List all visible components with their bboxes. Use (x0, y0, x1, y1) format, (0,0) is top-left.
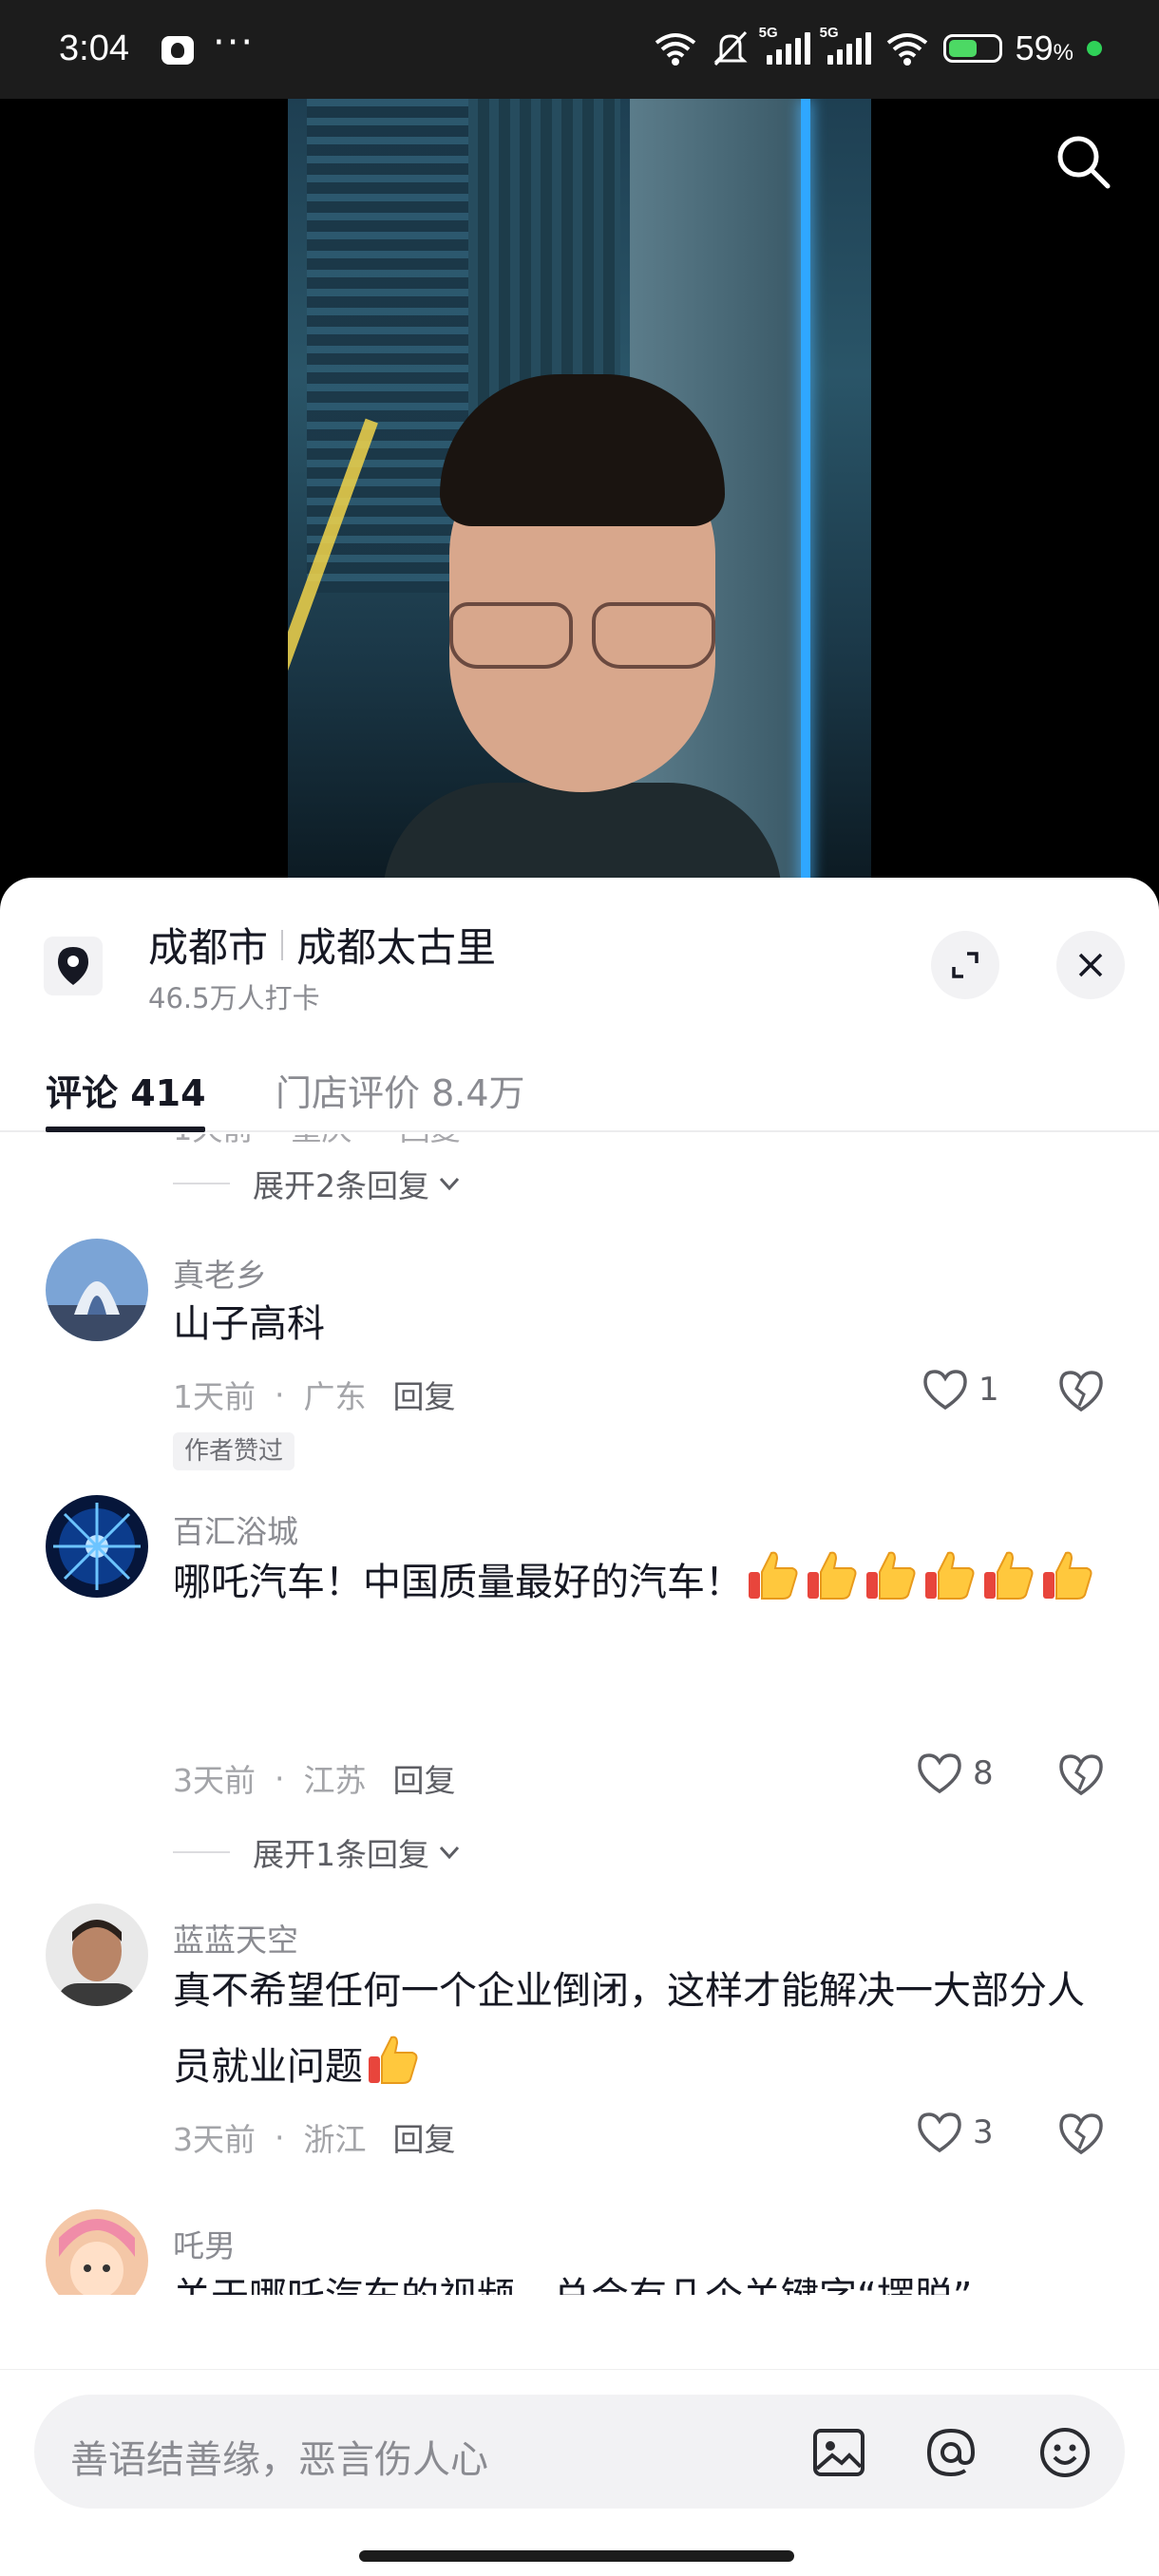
expand-icon (952, 952, 978, 978)
comment-list[interactable]: 1天前 重庆 回复 展开2条回复 真老乡 山子高科 (0, 1134, 1159, 2295)
avatar[interactable] (46, 1904, 148, 2006)
at-icon[interactable] (922, 2423, 980, 2482)
comment-meta: 1天前 · 广东 回复 (173, 1372, 456, 1417)
battery-percent: 59% (1015, 28, 1074, 67)
cell-signal-2-icon: 5G (820, 25, 871, 65)
comment-input-placeholder: 善语结善缘，恶言伤人心 (70, 2438, 488, 2482)
comment-text: 关于哪吒汽车的视频，总会有几个关键字“摆脱” (173, 2259, 1113, 2295)
image-icon[interactable] (809, 2423, 868, 2482)
like-button[interactable]: 3 (916, 2111, 994, 2154)
chevron-down-icon (439, 1846, 460, 1860)
avatar[interactable] (46, 1239, 148, 1341)
close-button[interactable] (1056, 931, 1125, 999)
expand-button[interactable] (931, 931, 999, 999)
video-frame (288, 99, 871, 887)
cut-off-comment-meta: 1天前 重庆 回复 (173, 1134, 1123, 1147)
like-count: 8 (973, 1754, 994, 1792)
privacy-indicator-icon (1087, 41, 1102, 56)
app-notification-icon (162, 36, 194, 65)
location-header[interactable]: 成都市 成都太古里 46.5万人打卡 (0, 878, 1159, 1030)
battery-icon (942, 34, 1002, 63)
comment-input[interactable]: 善语结善缘，恶言伤人心 (34, 2395, 1125, 2509)
network-type-1: 5G (758, 25, 778, 41)
reply-button[interactable]: 回复 (393, 1372, 456, 1417)
location-title: 成都市 成都太古里 (148, 916, 496, 974)
location-city: 成都市 (148, 924, 269, 971)
reply-button[interactable]: 回复 (393, 2114, 456, 2160)
broken-heart-icon[interactable] (1056, 2109, 1106, 2158)
heart-icon (918, 2112, 961, 2153)
location-place: 成都太古里 (296, 924, 497, 971)
close-icon (1078, 953, 1103, 977)
like-button[interactable]: 8 (916, 1752, 994, 1795)
heart-icon (918, 1753, 961, 1794)
chevron-down-icon (439, 1177, 460, 1191)
emoji-icon[interactable] (1036, 2423, 1094, 2482)
tab-store-reviews[interactable]: 门店评价 8.4万 (276, 1064, 525, 1116)
search-icon[interactable] (1053, 131, 1113, 192)
tab-comments[interactable]: 评论 414 (46, 1064, 206, 1116)
video-player[interactable] (0, 99, 1159, 887)
broken-heart-icon[interactable] (1056, 1366, 1106, 1415)
comment-text: 山子高科 (173, 1302, 325, 1346)
comments-sheet: 成都市 成都太古里 46.5万人打卡 评论 414 门店评价 8.4万 1天前 … (0, 878, 1159, 2576)
author-liked-badge: 作者赞过 (173, 1432, 295, 1470)
cell-signal-1-icon: 5G (759, 25, 810, 65)
network-type-2: 5G (819, 25, 839, 41)
wifi-icon (655, 33, 695, 66)
comment-text: 哪吒汽车！中国质量最好的汽车！ (173, 1544, 1113, 1620)
like-count: 1 (978, 1371, 999, 1409)
status-bar: 3:04 ··· 5G 5G 59% (0, 0, 1159, 99)
reply-button[interactable]: 回复 (393, 1755, 456, 1801)
mute-bell-icon (712, 30, 748, 66)
comment-input-bar: 善语结善缘，恶言伤人心 (0, 2369, 1159, 2576)
thumbs-up-emoji (743, 1551, 1096, 1604)
tab-underline (46, 1127, 205, 1132)
battery-fill (948, 40, 978, 57)
home-indicator[interactable] (359, 2550, 794, 2562)
location-checkins: 46.5万人打卡 (148, 982, 320, 1014)
broken-heart-icon[interactable] (1056, 1750, 1106, 1799)
avatar[interactable] (46, 1495, 148, 1598)
expand-replies-button[interactable]: 展开1条回复 (173, 1829, 464, 1875)
video-person (383, 365, 782, 887)
thumbs-up-emoji (363, 2036, 422, 2089)
comment-text: 真不希望任何一个企业倒闭，这样才能解决一大部分人员就业问题 (173, 1969, 1085, 2089)
status-time: 3:04 (59, 28, 129, 68)
hotspot-wifi-icon (886, 33, 927, 66)
expand-replies-button[interactable]: 展开2条回复 (173, 1161, 464, 1206)
location-pin-icon (44, 937, 103, 995)
like-button[interactable]: 1 (922, 1368, 999, 1411)
like-count: 3 (973, 2113, 994, 2151)
comment-meta: 3天前 · 浙江 回复 (173, 2114, 456, 2160)
more-notifications-icon: ··· (213, 21, 256, 65)
avatar[interactable] (46, 2209, 148, 2295)
tab-bar: 评论 414 门店评价 8.4万 (0, 1030, 1159, 1132)
heart-icon (923, 1370, 967, 1411)
comment-meta: 3天前 · 江苏 回复 (173, 1755, 456, 1801)
